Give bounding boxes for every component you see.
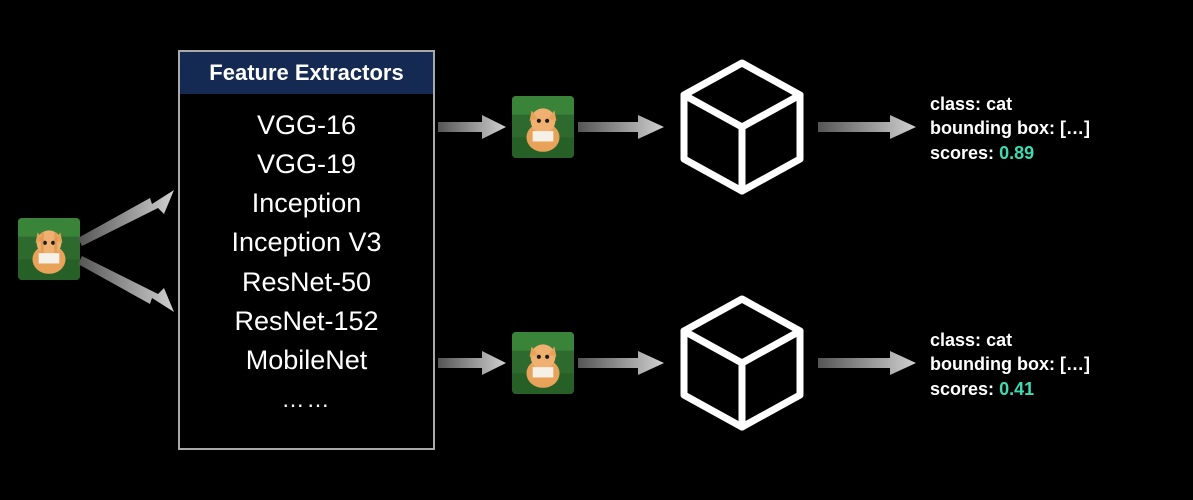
output-class-value: cat bbox=[986, 330, 1012, 350]
branch-image-bottom bbox=[512, 332, 574, 394]
output-class-value: cat bbox=[986, 94, 1012, 114]
output-scores-label: scores: bbox=[930, 143, 994, 163]
output-block-top: class: cat bounding box: […] scores: 0.8… bbox=[930, 92, 1090, 165]
fe-item: VGG-16 bbox=[186, 106, 427, 145]
fe-item: ResNet-50 bbox=[186, 263, 427, 302]
output-bbox-line: bounding box: […] bbox=[930, 352, 1090, 376]
arrow-thumb-to-cube-bottom bbox=[578, 348, 666, 378]
arrow-thumb-to-cube-top bbox=[578, 112, 666, 142]
output-class-label: class: bbox=[930, 94, 981, 114]
fe-item: VGG-19 bbox=[186, 145, 427, 184]
output-bbox-value: […] bbox=[1060, 118, 1090, 138]
branch-image-top bbox=[512, 96, 574, 158]
output-scores-line: scores: 0.89 bbox=[930, 141, 1090, 165]
output-block-bottom: class: cat bounding box: […] scores: 0.4… bbox=[930, 328, 1090, 401]
fe-item: Inception V3 bbox=[186, 223, 427, 262]
arrow-input-to-fe-bottom bbox=[78, 252, 178, 312]
output-scores-label: scores: bbox=[930, 379, 994, 399]
output-bbox-value: […] bbox=[1060, 354, 1090, 374]
fe-more: …… bbox=[186, 386, 427, 413]
input-image bbox=[18, 218, 80, 280]
fe-item: Inception bbox=[186, 184, 427, 223]
feature-extractors-header: Feature Extractors bbox=[180, 52, 433, 94]
feature-extractors-panel: Feature Extractors VGG-16 VGG-19 Incepti… bbox=[178, 50, 435, 450]
model-cube-top bbox=[672, 55, 812, 195]
arrow-cube-to-output-bottom bbox=[818, 348, 918, 378]
output-scores-value: 0.41 bbox=[999, 379, 1034, 399]
arrow-input-to-fe-top bbox=[78, 190, 178, 250]
fe-item: MobileNet bbox=[186, 341, 427, 380]
arrow-fe-to-thumb-bottom bbox=[438, 348, 508, 378]
model-cube-bottom bbox=[672, 291, 812, 431]
output-class-label: class: bbox=[930, 330, 981, 350]
output-scores-value: 0.89 bbox=[999, 143, 1034, 163]
output-bbox-line: bounding box: […] bbox=[930, 116, 1090, 140]
output-bbox-label: bounding box: bbox=[930, 354, 1055, 374]
fe-item: ResNet-152 bbox=[186, 302, 427, 341]
output-scores-line: scores: 0.41 bbox=[930, 377, 1090, 401]
arrow-cube-to-output-top bbox=[818, 112, 918, 142]
output-class-line: class: cat bbox=[930, 328, 1090, 352]
arrow-fe-to-thumb-top bbox=[438, 112, 508, 142]
output-bbox-label: bounding box: bbox=[930, 118, 1055, 138]
feature-extractors-list: VGG-16 VGG-19 Inception Inception V3 Res… bbox=[180, 94, 433, 413]
output-class-line: class: cat bbox=[930, 92, 1090, 116]
